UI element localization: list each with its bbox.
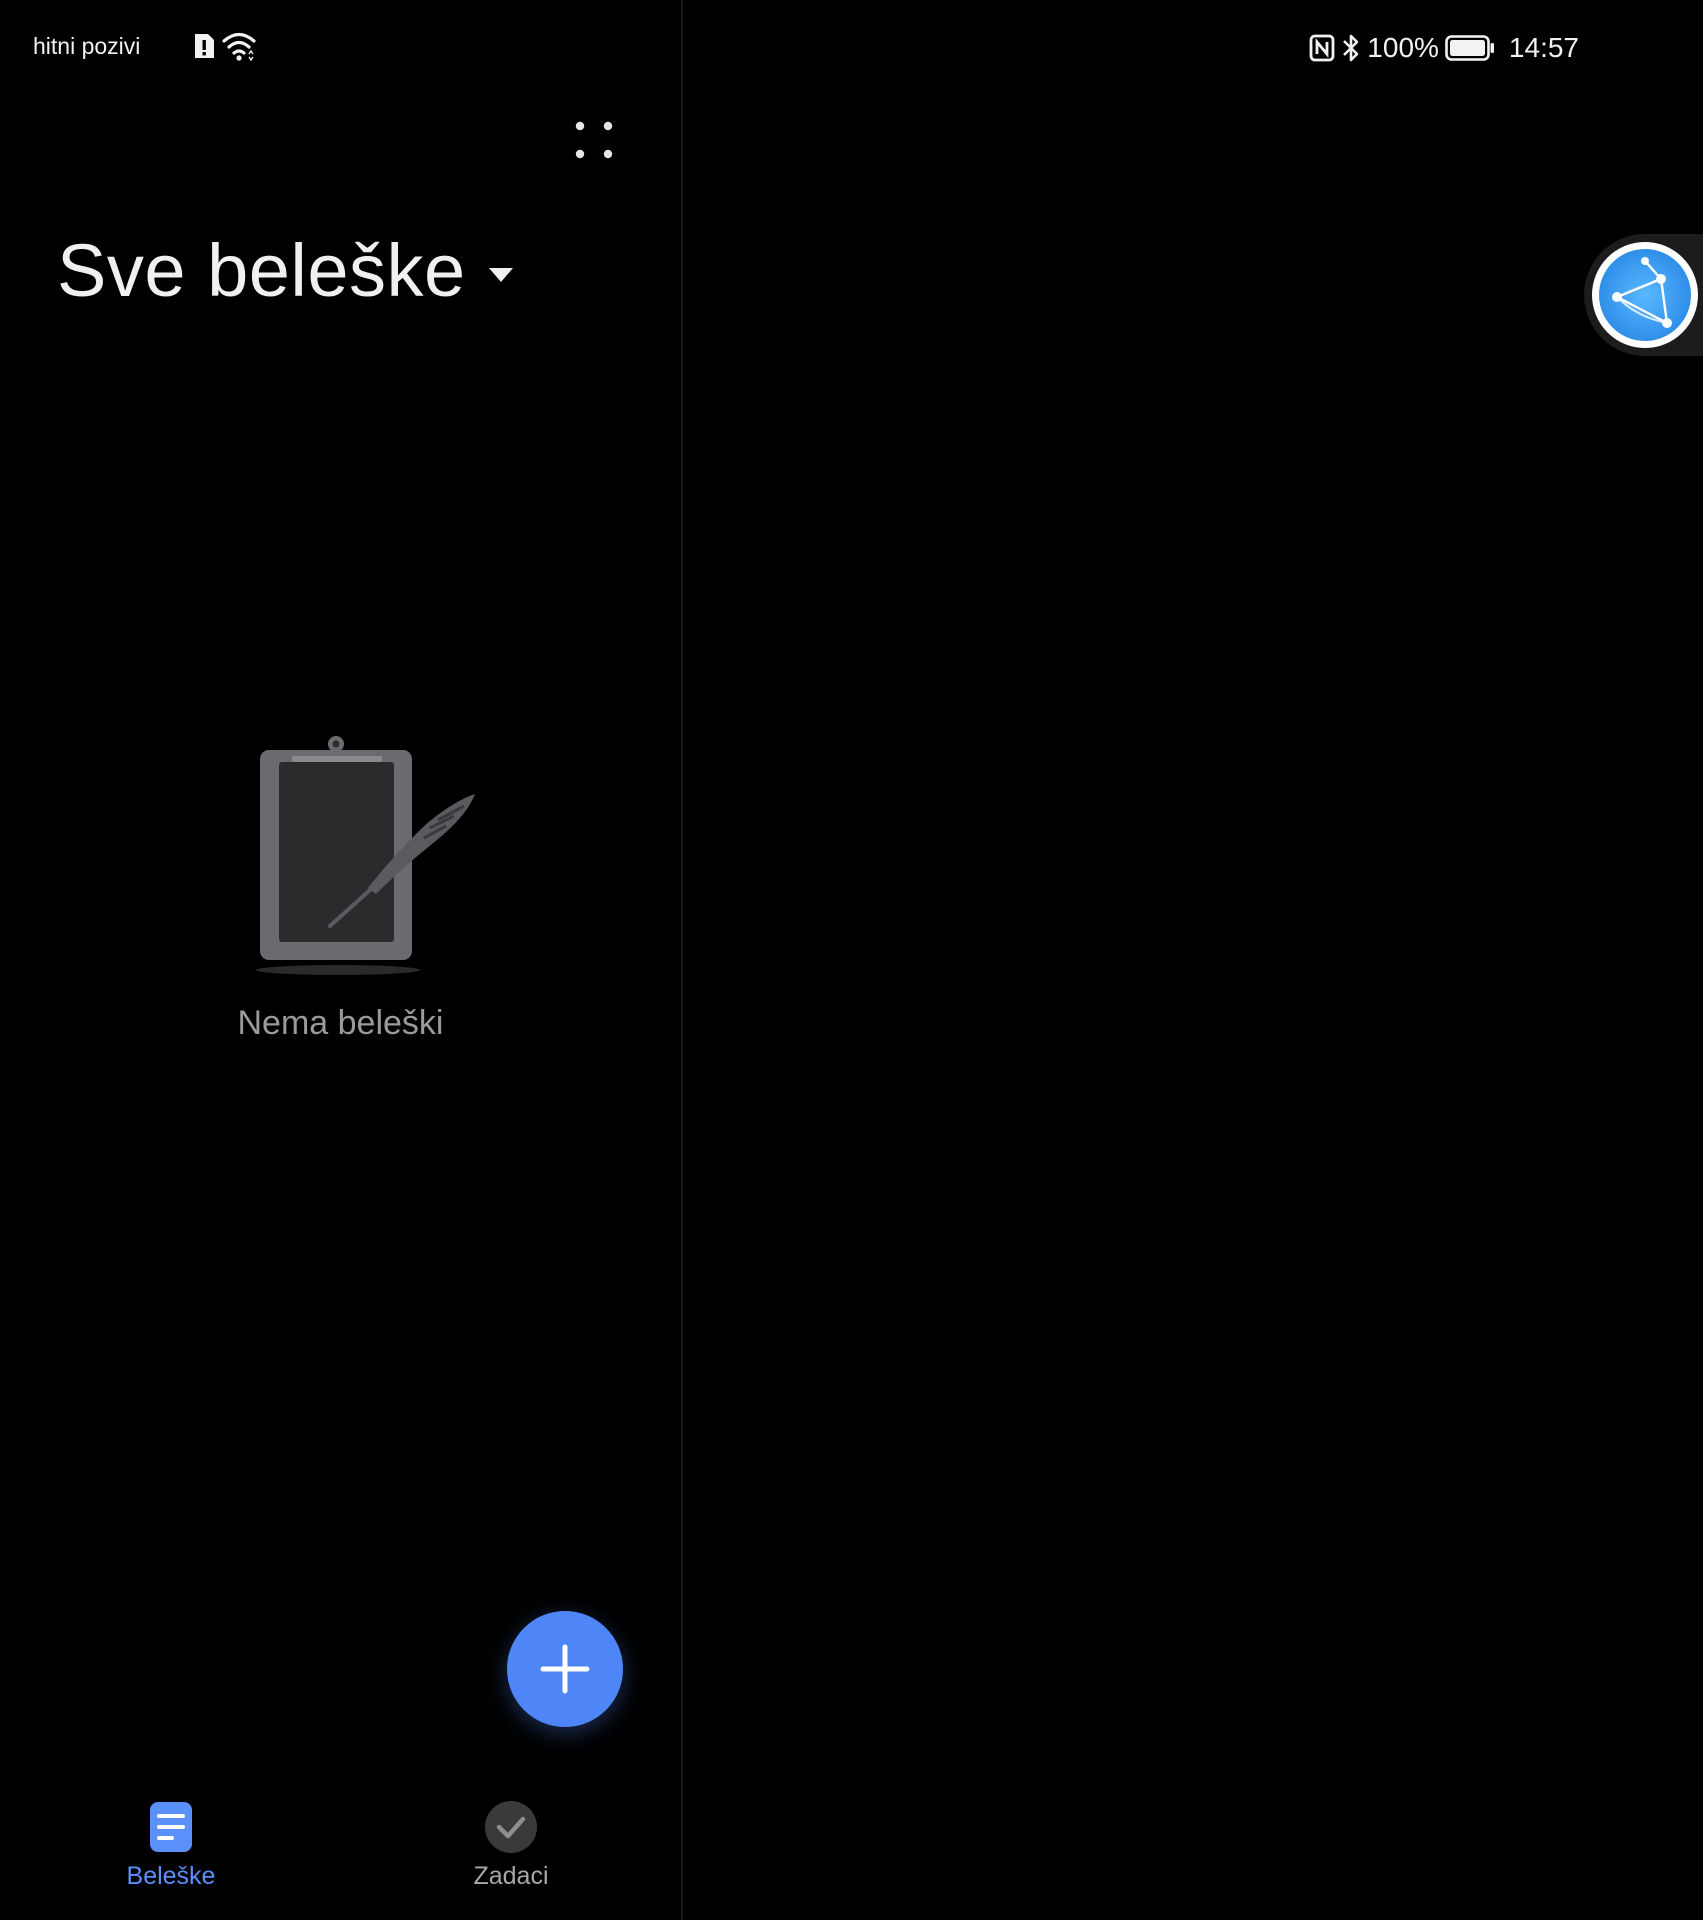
- status-right-cluster: 100% 14:57: [1309, 28, 1579, 68]
- network-icon: [1599, 249, 1691, 341]
- carrier-label: hitni pozivi: [33, 33, 141, 59]
- status-bar: hitni pozivi 100% 14:57: [0, 0, 1703, 96]
- clipboard-pen-icon: [256, 736, 475, 975]
- battery-percent: 100%: [1367, 32, 1439, 63]
- sim-alert-icon: [195, 34, 214, 58]
- checkmark-icon: [485, 1801, 537, 1853]
- bluetooth-icon: [1343, 34, 1359, 62]
- page-title: Sve beleške: [57, 229, 466, 312]
- folder-selector[interactable]: Sve beleške: [57, 228, 514, 313]
- add-note-button[interactable]: [507, 1611, 623, 1727]
- more-options-button[interactable]: [564, 110, 624, 170]
- tab-notes-label: Beleške: [126, 1862, 216, 1890]
- caret-down-icon: [488, 267, 513, 282]
- empty-state-message: Nema beleški: [237, 1004, 444, 1042]
- nfc-icon: [1309, 34, 1335, 62]
- wifi-icon: [222, 32, 256, 62]
- pane-divider: [681, 0, 683, 1920]
- tab-tasks[interactable]: Zadaci: [411, 1800, 611, 1891]
- tab-tasks-label: Zadaci: [473, 1862, 549, 1890]
- notes-icon: [150, 1802, 192, 1852]
- plus-icon: [540, 1644, 590, 1694]
- more-dots-icon: [575, 121, 613, 159]
- bottom-nav: Beleške Zadaci: [0, 1800, 681, 1920]
- floating-assistant-bubble[interactable]: [1584, 234, 1703, 356]
- clock: 14:57: [1508, 32, 1579, 63]
- tab-notes[interactable]: Beleške: [71, 1800, 271, 1891]
- battery-icon: [1445, 35, 1494, 61]
- bubble-inner: [1592, 242, 1698, 348]
